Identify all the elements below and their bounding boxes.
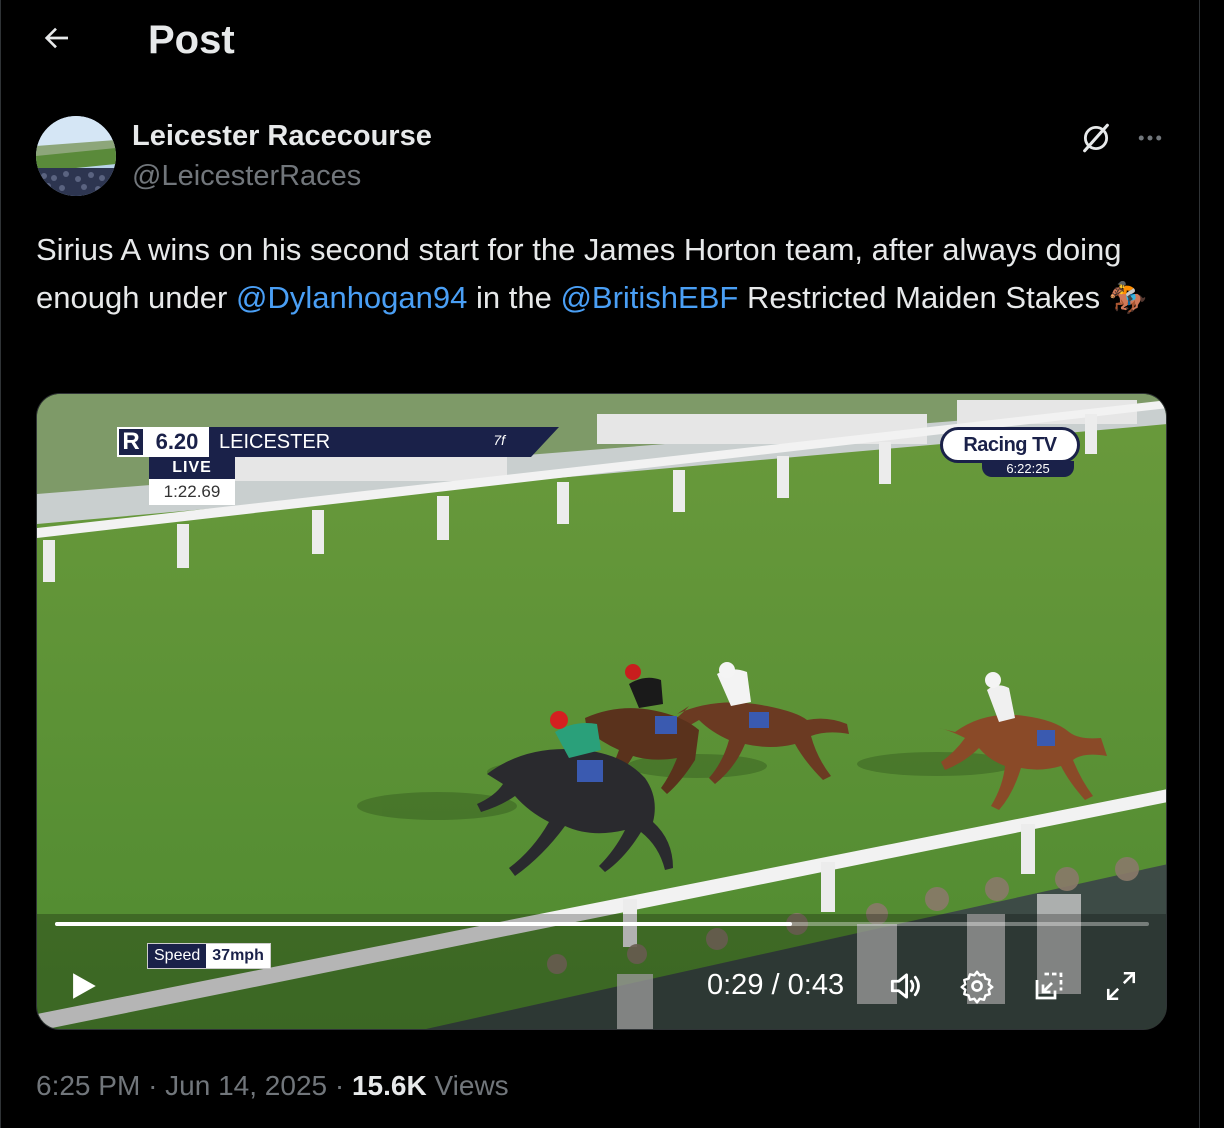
broadcaster-name: Racing TV — [940, 427, 1080, 463]
fullscreen-button[interactable] — [1099, 964, 1143, 1008]
post-date[interactable]: Jun 14, 2025 — [165, 1070, 327, 1101]
current-time: 0:29 — [707, 969, 764, 1001]
post-time[interactable]: 6:25 PM — [36, 1070, 140, 1101]
grok-icon — [1083, 123, 1109, 153]
race-info-overlay: R 6.20 LEICESTER 7f — [117, 427, 559, 457]
time-separator: / — [771, 969, 780, 1001]
author-handle[interactable]: @LeicesterRaces — [132, 158, 361, 194]
fullscreen-icon — [1106, 971, 1136, 1001]
horse-racing-emoji: 🏇 — [1108, 280, 1148, 315]
volume-button[interactable] — [883, 964, 927, 1008]
top-bar: Post — [0, 0, 1200, 80]
settings-button[interactable] — [955, 964, 999, 1008]
course-name: LEICESTER 7f — [209, 427, 559, 457]
race-time: 6.20 — [145, 427, 209, 457]
video-player[interactable]: R 6.20 LEICESTER 7f LIVE 1:22.69 Racing T… — [36, 393, 1167, 1030]
back-button[interactable] — [30, 16, 82, 60]
video-progress-bar[interactable] — [55, 922, 1149, 926]
tweet-text-part: in the — [467, 280, 561, 315]
post-meta: 6:25 PM · Jun 14, 2025 · 15.6K Views — [36, 1066, 509, 1106]
separator-dot: · — [148, 1070, 158, 1101]
speed-label: Speed — [148, 944, 207, 968]
play-icon — [73, 973, 96, 999]
play-button[interactable] — [59, 962, 107, 1010]
speed-overlay: Speed 37mph — [147, 943, 271, 969]
course-label: LEICESTER — [219, 430, 331, 453]
avatar-image — [36, 116, 116, 196]
avatar[interactable] — [36, 116, 116, 196]
pip-icon — [1035, 972, 1063, 1000]
back-arrow-icon — [44, 27, 68, 49]
duration: 0:43 — [787, 969, 845, 1001]
tweet-text: Sirius A wins on his second start for th… — [36, 226, 1176, 322]
broadcast-clock: 6:22:25 — [982, 461, 1074, 477]
video-time: 0:29 / 0:43 — [707, 967, 844, 1003]
more-icon — [1138, 135, 1162, 141]
author-name[interactable]: Leicester Racecourse — [132, 118, 432, 154]
views-count[interactable]: 15.6K — [352, 1070, 427, 1101]
mention-link[interactable]: @Dylanhogan94 — [236, 280, 467, 315]
volume-icon — [890, 973, 920, 999]
views-label: Views — [434, 1070, 509, 1101]
broadcaster-logo: Racing TV 6:22:25 — [940, 427, 1080, 479]
page-title: Post — [148, 18, 235, 62]
race-elapsed-time: 1:22.69 — [149, 479, 235, 505]
race-distance: 7f — [493, 432, 505, 448]
more-button[interactable] — [1128, 116, 1172, 160]
tweet-text-part: Restricted Maiden Stakes — [738, 280, 1109, 315]
video-progress-fill — [55, 922, 793, 926]
picture-in-picture-button[interactable] — [1027, 964, 1071, 1008]
settings-icon — [960, 970, 994, 1004]
grok-button[interactable] — [1074, 116, 1118, 160]
separator-dot: · — [334, 1070, 345, 1101]
racing-r-logo-icon: R — [117, 427, 145, 457]
mention-link[interactable]: @BritishEBF — [560, 280, 738, 315]
speed-value: 37mph — [206, 944, 270, 968]
live-badge: LIVE — [149, 457, 235, 479]
